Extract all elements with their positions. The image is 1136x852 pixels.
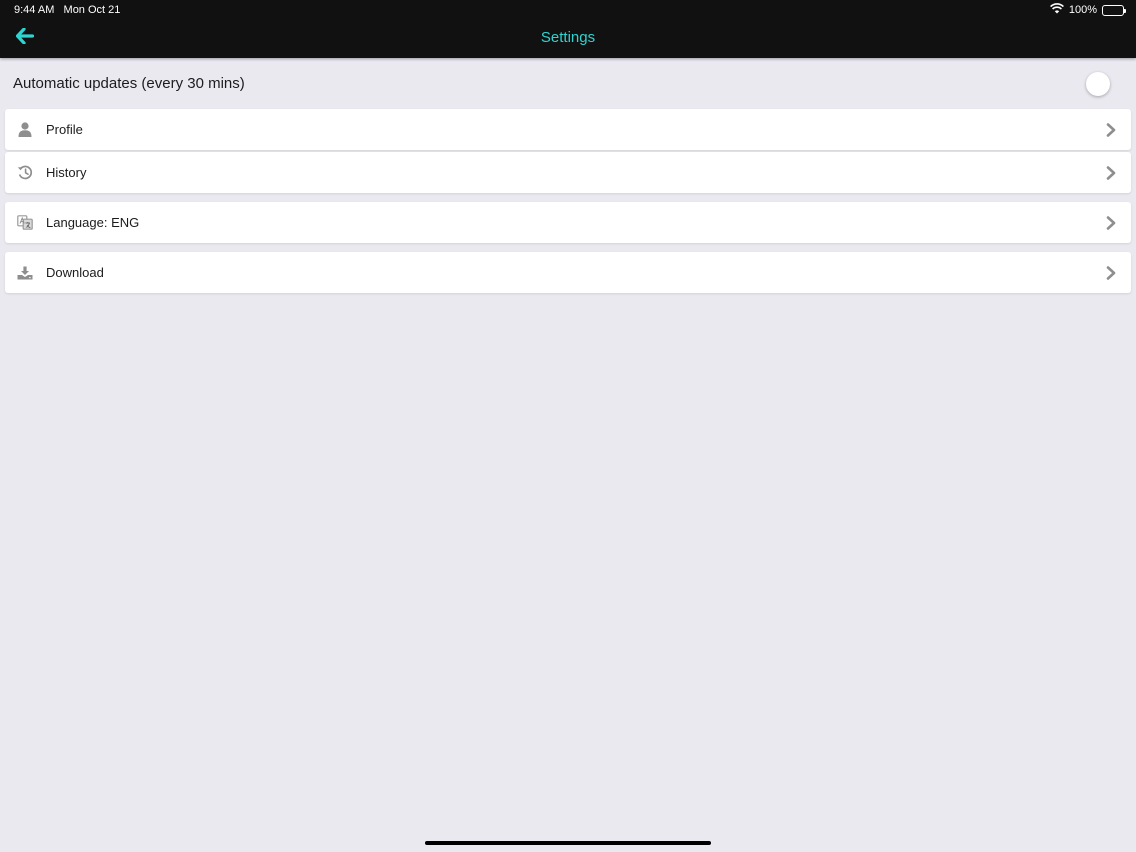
chevron-right-icon [1091,109,1131,150]
navigation-header: 9:44 AM Mon Oct 21 100% Settings [0,0,1136,58]
chevron-right-icon [1091,202,1131,243]
menu-item-label: History [46,165,87,180]
auto-update-toggle[interactable] [1086,72,1110,96]
menu-item-profile[interactable]: Profile [5,109,1131,150]
menu-item-label: Profile [46,122,83,137]
status-date-text: Mon Oct 21 [63,4,121,16]
chevron-right-icon [1091,152,1131,193]
status-bar-time: 9:44 AM Mon Oct 21 [14,4,120,16]
menu-item-history[interactable]: History [5,152,1131,193]
translate-icon [5,202,45,243]
menu-item-download[interactable]: Download [5,252,1131,293]
user-icon [5,109,45,150]
download-icon [5,252,45,293]
home-indicator[interactable] [425,841,711,845]
chevron-right-icon [1091,252,1131,293]
page-title: Settings [540,29,596,46]
menu-item-language[interactable]: Language: ENG [5,202,1131,243]
auto-update-label: Automatic updates (every 30 mins) [13,75,245,92]
menu-item-label: Language: ENG [46,215,140,230]
battery-icon [1102,4,1126,16]
wifi-icon [1049,3,1064,17]
history-icon [5,152,45,193]
menu-item-label: Download [46,265,104,280]
auto-update-row: Automatic updates (every 30 mins) [0,64,1136,104]
status-time-text: 9:44 AM [14,4,55,16]
status-bar-indicators: 100% [1049,3,1126,17]
battery-percent: 100% [1068,4,1097,16]
